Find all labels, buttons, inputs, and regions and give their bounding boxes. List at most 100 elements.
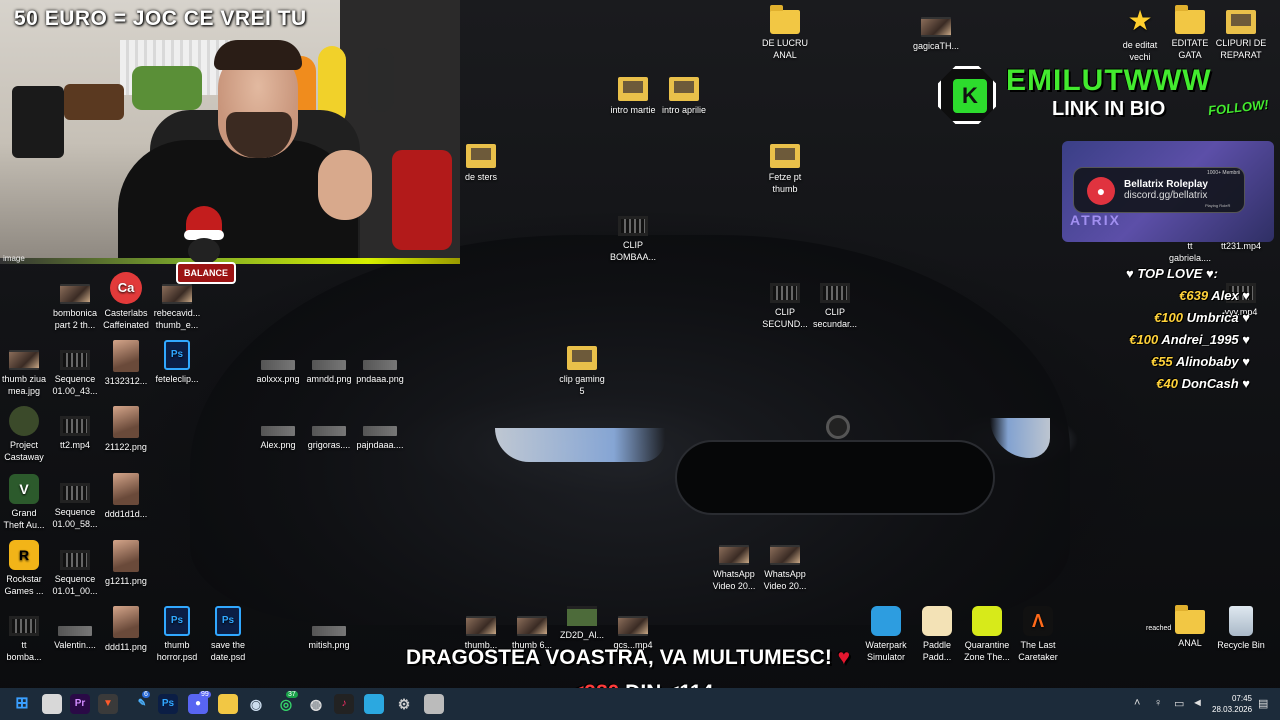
folder-icon [567, 346, 597, 370]
discord-invite-url: discord.gg/bellatrix [1124, 190, 1208, 201]
waterpark-icon [871, 606, 901, 636]
video-icon [60, 416, 90, 436]
image-thumbnail-icon [466, 616, 496, 636]
chevron-up-icon[interactable]: ˄ [1134, 697, 1140, 709]
desktop-icon-clip-gaming[interactable]: clip gaming 5 [545, 346, 619, 397]
photo-icon [113, 606, 139, 638]
wallpaper-car-grille [675, 440, 995, 515]
folder-icon [466, 144, 496, 168]
volume-icon[interactable]: ◄ [1192, 697, 1203, 709]
paddle-icon [922, 606, 952, 636]
windows-start-icon[interactable]: ⊞ [12, 694, 32, 714]
folder-icon [669, 77, 699, 101]
image-thumbnail-icon [567, 606, 597, 626]
follow-callout: FOLLOW! [1207, 96, 1270, 119]
photo-icon [113, 340, 139, 372]
microphone-icon[interactable]: ♀ [1154, 697, 1162, 709]
desktop-icon-feteleclip[interactable]: Ps feteleclip... [140, 340, 214, 385]
network-icon[interactable]: ▭ [1174, 697, 1184, 710]
video-icon [60, 483, 90, 503]
video-icon [618, 216, 648, 236]
mascot-badge: BALANCE [176, 262, 236, 284]
video-icon [820, 283, 850, 303]
settings-gear-icon[interactable]: ⚙ [394, 694, 414, 714]
task-view-icon[interactable] [42, 694, 62, 714]
desktop-icon-fetze[interactable]: Fetze pt thumb [748, 144, 822, 195]
photoshop-file-icon: Ps [164, 340, 190, 370]
photoshop-icon[interactable]: Ps [158, 694, 178, 714]
video-icon [60, 350, 90, 370]
desktop-icon-clipuri[interactable]: CLIPURI DE REPARAT [1204, 10, 1278, 61]
donor-row: €100 Andrei_1995 ♥ [1129, 332, 1250, 347]
image-file-icon [58, 626, 92, 636]
image-file-icon [363, 426, 397, 436]
recycle-bin-icon [1229, 606, 1253, 636]
desktop-icon-rebecavid[interactable]: rebecavid... thumb_e... [140, 284, 214, 331]
notifications-icon[interactable]: ▤ [1258, 697, 1268, 710]
edit-tool-icon[interactable]: ✎ [132, 694, 152, 714]
donor-row: €55 Alinobaby ♥ [1150, 354, 1250, 369]
donor-row: €639 Alex ♥ [1179, 288, 1250, 303]
donor-row: €100 Umbrica ♥ [1154, 310, 1250, 325]
video-icon [770, 283, 800, 303]
casterlabs-icon: Ca [110, 272, 142, 304]
desktop-icon-clip-bombaa[interactable]: CLIP BOMBAA... [596, 216, 670, 263]
calculator-icon[interactable] [424, 694, 444, 714]
whatsapp-badge: 37 [286, 691, 298, 698]
image-file-icon [261, 360, 295, 370]
caretaker-icon: Λ [1023, 606, 1053, 636]
file-explorer-icon[interactable] [218, 694, 238, 714]
game-icon [9, 406, 39, 436]
desktop-icon-pndaaa[interactable]: pndaaa.png [343, 350, 417, 385]
folder-icon [770, 144, 800, 168]
discord-card-background-text: ATRIX [1070, 212, 1121, 228]
streamer-link-text: LINK IN BIO [1052, 98, 1166, 120]
folder-icon [1226, 10, 1256, 34]
taskbar-clock[interactable]: 07:45 28.03.2026 [1212, 693, 1252, 715]
image-thumbnail-icon [517, 616, 547, 636]
clock-date: 28.03.2026 [1212, 705, 1253, 714]
desktop-icon-intro-aprilie[interactable]: intro aprilie [647, 77, 721, 116]
discord-member-count: 1000+ Membrii [1207, 170, 1241, 176]
image-thumbnail-icon [9, 350, 39, 370]
chrome-icon[interactable]: ◍ [306, 694, 326, 714]
desktop-icon-de-lucru[interactable]: DE LUCRU ANAL [748, 5, 822, 61]
wallpaper-headlight-left [495, 428, 665, 462]
discord-icon: ● [1087, 177, 1115, 205]
donor-row: €40 DonCash ♥ [1156, 376, 1250, 391]
desktop-icon-recycle-bin[interactable]: Recycle Bin [1204, 606, 1278, 651]
notes-icon[interactable] [364, 694, 384, 714]
photo-icon [113, 406, 139, 438]
photoshop-file-icon: Ps [215, 606, 241, 636]
image-file-icon [312, 360, 346, 370]
desktop-icon-ddd1d1d[interactable]: ddd1d1d... [89, 473, 163, 520]
quarantine-icon [972, 606, 1002, 636]
streamer-logo: K [938, 66, 996, 124]
video-thumbnail-icon [770, 545, 800, 565]
desktop-icon-whatsapp-2[interactable]: WhatsApp Video 20... [748, 545, 822, 592]
folder-icon [1175, 605, 1205, 634]
desktop-icon-last-caretaker[interactable]: Λ The Last Caretaker [1001, 606, 1075, 663]
tiktok-icon[interactable]: ♪ [334, 694, 354, 714]
steam-icon[interactable]: ◉ [246, 694, 266, 714]
photo-icon [113, 473, 139, 505]
premiere-icon[interactable]: Pr [70, 694, 90, 714]
desktop-icon-g1211[interactable]: g1211.png [89, 540, 163, 587]
desktop-icon-pajndaaa[interactable]: pajndaaa.... [343, 416, 417, 451]
folder-icon [770, 5, 800, 34]
brave-browser-icon[interactable]: ▼ [98, 694, 118, 714]
desktop-icon-mitish[interactable]: mitish.png [292, 616, 366, 651]
photoshop-file-icon: Ps [164, 606, 190, 636]
top-love-title: ♥ TOP LOVE ♥: [1126, 266, 1219, 281]
desktop-icon-save-the-date[interactable]: Ps save the date.psd [191, 606, 265, 663]
desktop-icon-21122[interactable]: 21122.png [89, 406, 163, 453]
discord-server-name: Bellatrix Roleplay [1124, 179, 1208, 190]
image-file-icon [312, 426, 346, 436]
photo-icon [113, 540, 139, 572]
image-thumbnail-icon [60, 284, 90, 304]
desktop-icon-de-sters[interactable]: de sters [444, 144, 518, 183]
gta-icon: V [9, 474, 39, 504]
desktop-icon-gagica[interactable]: gagicaTH... [899, 17, 973, 52]
discord-badge: 99 [199, 691, 211, 698]
desktop-icon-clip-secundar[interactable]: CLIP secundar... [798, 283, 872, 330]
